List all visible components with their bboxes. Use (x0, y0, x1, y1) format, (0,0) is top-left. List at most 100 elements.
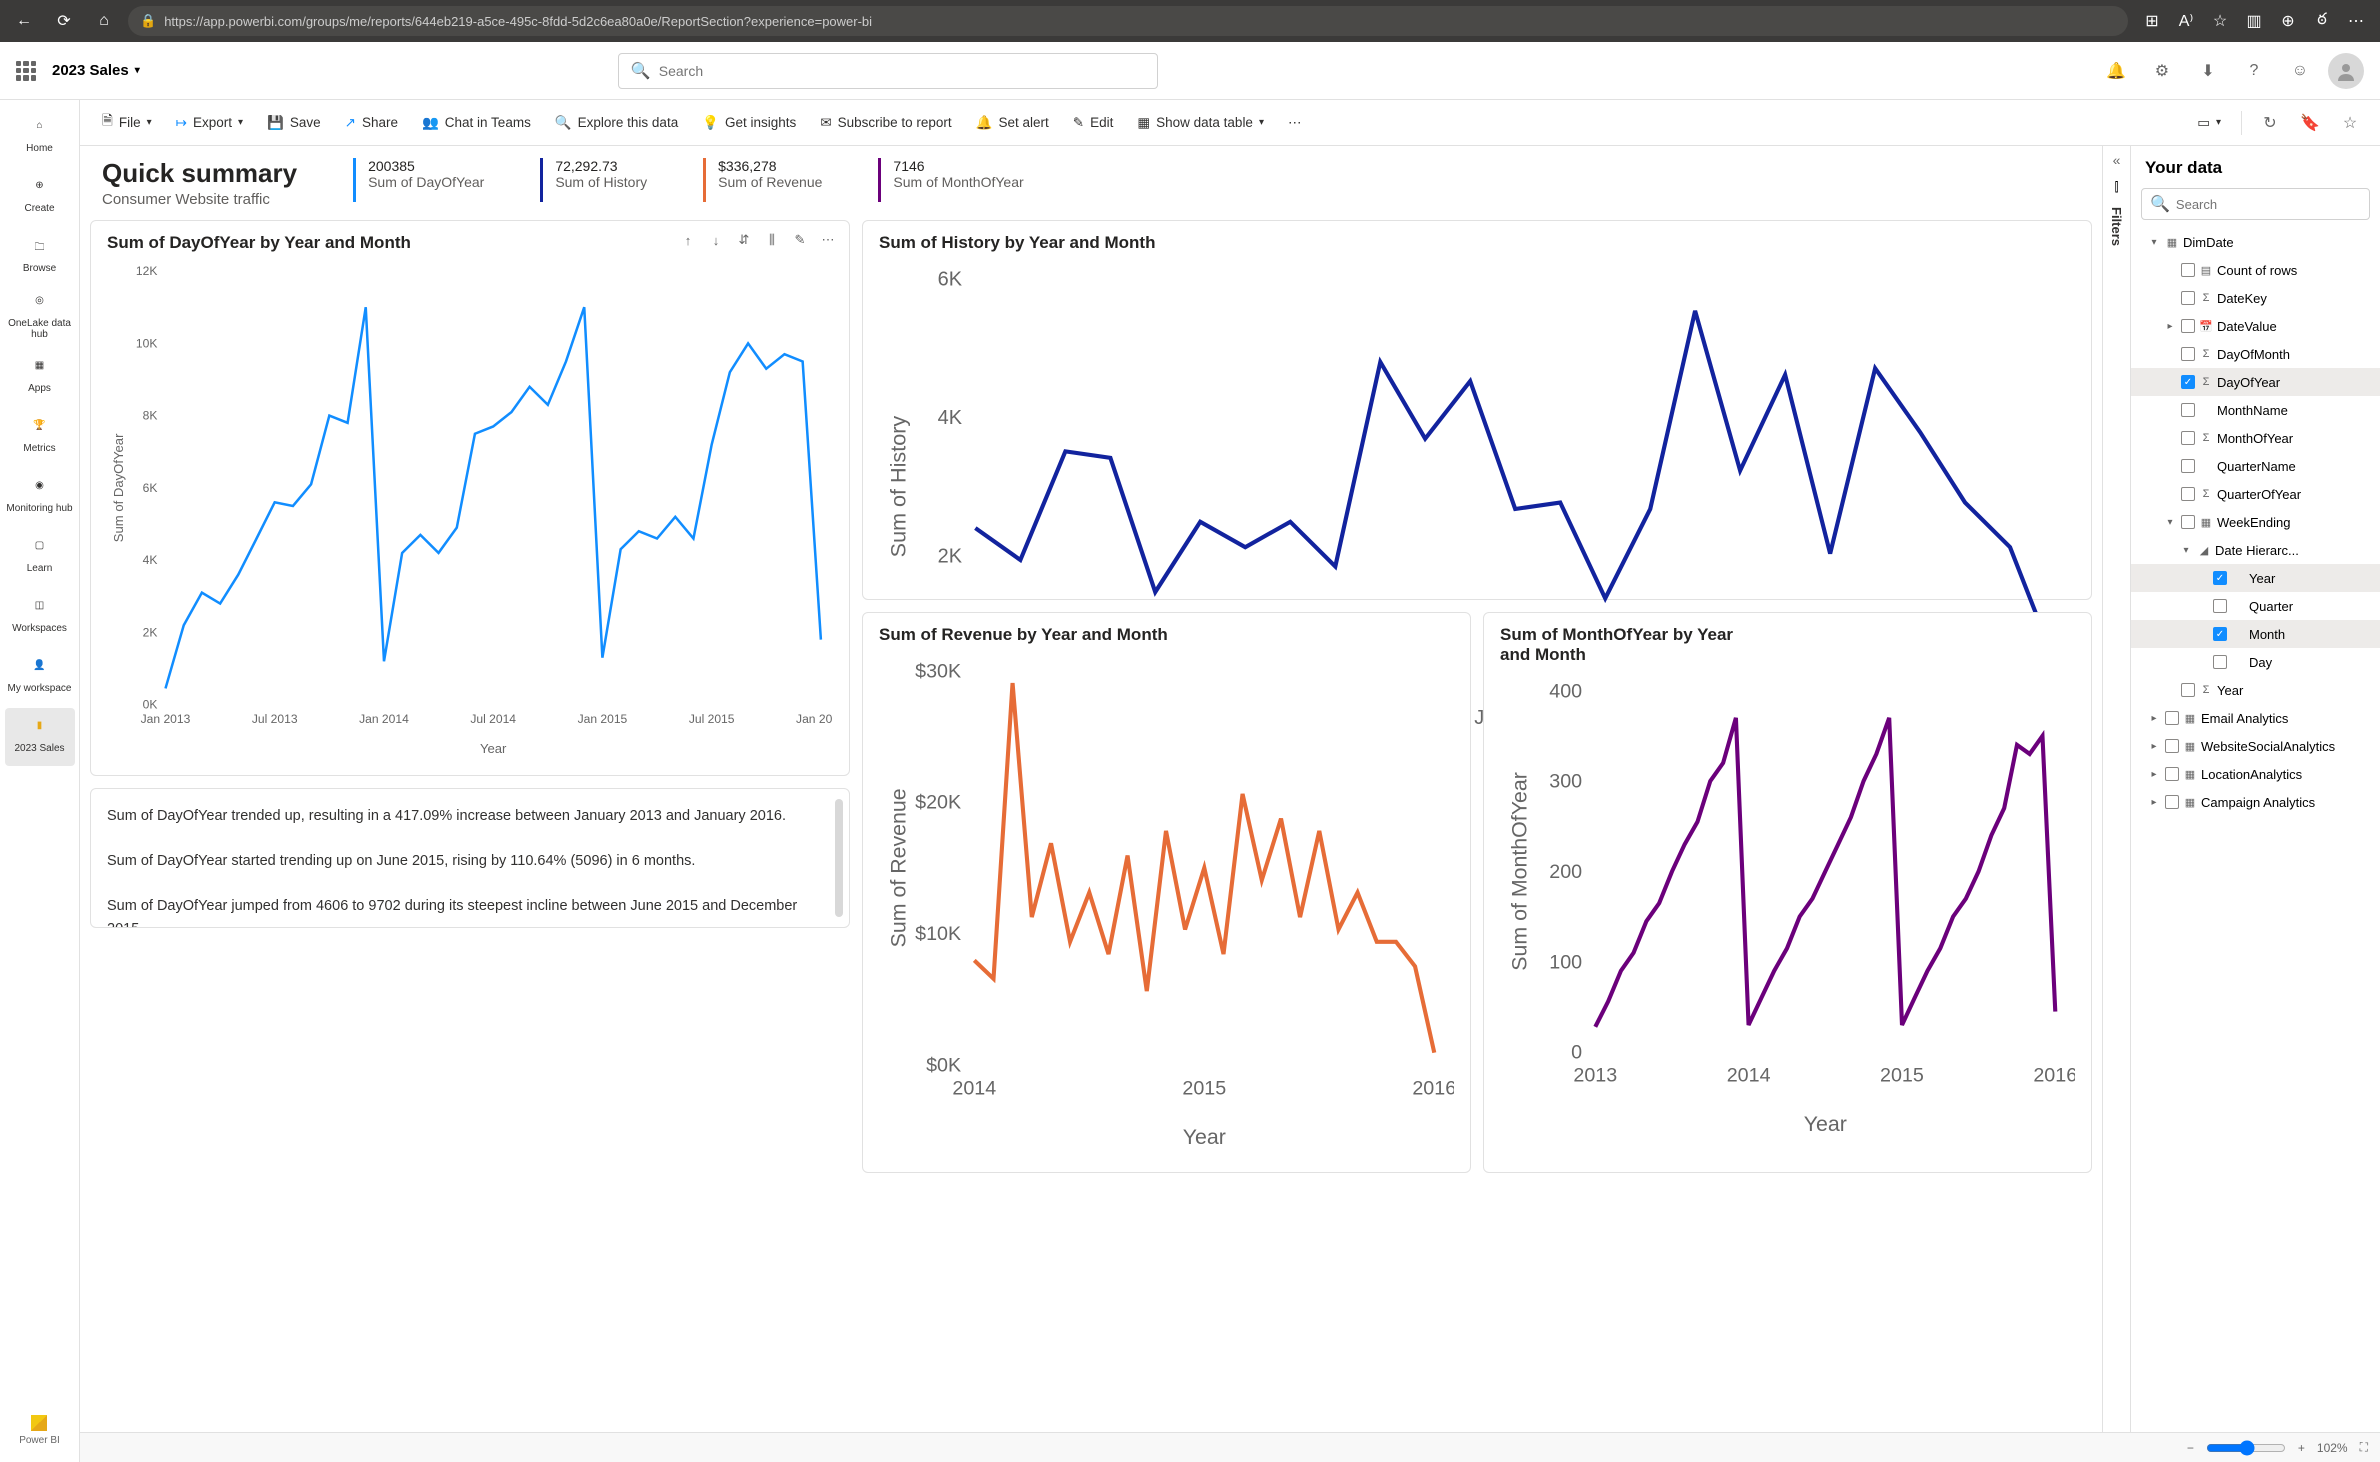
field-websitesocialanalytics[interactable]: ▸▦WebsiteSocialAnalytics (2131, 732, 2380, 760)
ribbon-insights[interactable]: 💡Get insights (692, 107, 806, 139)
notifications-icon[interactable]: 🔔 (2098, 53, 2134, 89)
expand-filters-icon[interactable]: « (2113, 152, 2121, 168)
filters-pane-collapsed[interactable]: « ⫿ Filters (2102, 146, 2130, 1432)
global-search[interactable]: 🔍 (618, 53, 1158, 89)
chart-monthofyear[interactable]: Sum of MonthOfYear by Year and Month 010… (1483, 612, 2092, 1173)
insights-narrative[interactable]: Sum of DayOfYear trended up, resulting i… (90, 788, 850, 928)
svg-text:2014: 2014 (952, 1078, 996, 1100)
export-icon: ↦ (176, 115, 187, 131)
nav-monitoring[interactable]: ◉Monitoring hub (5, 468, 75, 526)
more-icon[interactable]: ⋯ (2340, 5, 2372, 37)
download-icon[interactable]: ⬇ (2190, 53, 2226, 89)
app-icon[interactable]: ⊞ (2136, 5, 2168, 37)
pencil-icon: ✎ (1073, 115, 1084, 131)
zoom-in-button[interactable]: + (2298, 1441, 2305, 1455)
user-avatar[interactable] (2328, 53, 2364, 89)
kpi-dayofyear[interactable]: 200385Sum of DayOfYear (353, 158, 484, 202)
field-datekey[interactable]: ΣDateKey (2131, 284, 2380, 312)
fit-page-button[interactable]: ⛶ (2360, 1440, 2368, 1455)
nav-onelake[interactable]: ◎OneLake data hub (5, 288, 75, 346)
search-input[interactable] (659, 63, 1145, 79)
drill-up-icon[interactable]: ↑ (679, 231, 697, 249)
app-launcher-icon[interactable] (16, 61, 36, 81)
nav-browse[interactable]: 🗀Browse (5, 228, 75, 286)
report-name-dropdown[interactable]: 2023 Sales ▾ (52, 62, 140, 79)
field-quarterofyear[interactable]: ΣQuarterOfYear (2131, 480, 2380, 508)
line-chart-svg: 0K2K4K6K8K10K12KJan 2013Jul 2013Jan 2014… (107, 259, 833, 763)
field-campaign-analytics[interactable]: ▸▦Campaign Analytics (2131, 788, 2380, 816)
field-quartername[interactable]: QuarterName (2131, 452, 2380, 480)
ribbon-chat-teams[interactable]: 👥Chat in Teams (412, 107, 541, 139)
field-date-hierarc-[interactable]: ▾◢Date Hierarc... (2131, 536, 2380, 564)
kpi-history[interactable]: 72,292.73Sum of History (540, 158, 647, 202)
data-search-input[interactable] (2176, 197, 2361, 212)
field-quarter[interactable]: Quarter (2131, 592, 2380, 620)
field-count-of-rows[interactable]: ▤Count of rows (2131, 256, 2380, 284)
copilot-icon[interactable]: ఠ (2306, 5, 2338, 37)
svg-text:Year: Year (1183, 1125, 1226, 1149)
field-year[interactable]: ΣYear (2131, 676, 2380, 704)
url-bar[interactable]: 🔒 https://app.powerbi.com/groups/me/repo… (128, 6, 2128, 36)
ribbon-edit[interactable]: ✎Edit (1063, 107, 1124, 139)
ribbon-share[interactable]: ↗Share (335, 107, 408, 139)
ribbon-subscribe[interactable]: ✉Subscribe to report (810, 107, 961, 139)
settings-icon[interactable]: ⚙ (2144, 53, 2180, 89)
ribbon-view-mode[interactable]: ▭ ▾ (2187, 107, 2231, 139)
chart-revenue[interactable]: Sum of Revenue by Year and Month $0K$10K… (862, 612, 1471, 1173)
ribbon-data-table[interactable]: ▦Show data table▾ (1127, 107, 1274, 139)
svg-text:$10K: $10K (915, 923, 961, 945)
ribbon-star[interactable]: ☆ (2332, 105, 2368, 141)
pin-icon[interactable]: ✎ (791, 231, 809, 249)
drill-down-icon[interactable]: ↓ (707, 231, 725, 249)
field-month[interactable]: ✓Month (2131, 620, 2380, 648)
ribbon-overflow[interactable]: ⋯ (1278, 107, 1312, 139)
field-dayofmonth[interactable]: ΣDayOfMonth (2131, 340, 2380, 368)
nav-apps[interactable]: ▦Apps (5, 348, 75, 406)
favorite-icon[interactable]: ☆ (2204, 5, 2236, 37)
field-dayofyear[interactable]: ✓ΣDayOfYear (2131, 368, 2380, 396)
svg-text:400: 400 (1549, 680, 1582, 702)
nav-workspaces[interactable]: ◫Workspaces (5, 588, 75, 646)
extensions-icon[interactable]: ⊕ (2272, 5, 2304, 37)
nav-metrics[interactable]: 🏆Metrics (5, 408, 75, 466)
nav-current-report[interactable]: ▮2023 Sales (5, 708, 75, 766)
nav-my-workspace[interactable]: 👤My workspace (5, 648, 75, 706)
data-search[interactable]: 🔍 (2141, 188, 2370, 220)
nav-create[interactable]: ⊕Create (5, 168, 75, 226)
expand-all-icon[interactable]: ⫼ (763, 231, 781, 249)
ribbon-reset[interactable]: ↻ (2252, 105, 2288, 141)
back-button[interactable]: ← (8, 5, 40, 37)
read-aloud-icon[interactable]: A⁾ (2170, 5, 2202, 37)
chart-dayofyear[interactable]: Sum of DayOfYear by Year and Month ↑ ↓ ⇵… (90, 220, 850, 776)
zoom-slider[interactable] (2206, 1440, 2286, 1456)
field-year[interactable]: ✓Year (2131, 564, 2380, 592)
field-day[interactable]: Day (2131, 648, 2380, 676)
chart-history[interactable]: Sum of History by Year and Month 0K2K4K6… (862, 220, 2092, 600)
ribbon-alert[interactable]: 🔔Set alert (966, 107, 1059, 139)
refresh-button[interactable]: ⟳ (48, 5, 80, 37)
bell-icon: 🔔 (976, 115, 993, 131)
help-icon[interactable]: ? (2236, 53, 2272, 89)
ribbon-bookmark[interactable]: 🔖 (2292, 105, 2328, 141)
expand-icon[interactable]: ⇵ (735, 231, 753, 249)
field-datevalue[interactable]: ▸📅DateValue (2131, 312, 2380, 340)
nav-learn[interactable]: ▢Learn (5, 528, 75, 586)
kpi-monthofyear[interactable]: 7146Sum of MonthOfYear (878, 158, 1023, 202)
field-email-analytics[interactable]: ▸▦Email Analytics (2131, 704, 2380, 732)
feedback-icon[interactable]: ☺ (2282, 53, 2318, 89)
collections-icon[interactable]: ▥ (2238, 5, 2270, 37)
field-monthofyear[interactable]: ΣMonthOfYear (2131, 424, 2380, 452)
ribbon-file[interactable]: 🗎File▾ (92, 107, 162, 139)
zoom-out-button[interactable]: − (2187, 1441, 2194, 1455)
more-options-icon[interactable]: ⋯ (819, 231, 837, 249)
kpi-revenue[interactable]: $336,278Sum of Revenue (703, 158, 822, 202)
ribbon-explore[interactable]: 🔍Explore this data (545, 107, 688, 139)
field-dimdate[interactable]: ▾▦DimDate (2131, 228, 2380, 256)
field-weekending[interactable]: ▾▦WeekEnding (2131, 508, 2380, 536)
field-locationanalytics[interactable]: ▸▦LocationAnalytics (2131, 760, 2380, 788)
ribbon-save[interactable]: 💾Save (257, 107, 331, 139)
field-monthname[interactable]: MonthName (2131, 396, 2380, 424)
nav-home[interactable]: ⌂Home (5, 108, 75, 166)
home-button[interactable]: ⌂ (88, 5, 120, 37)
ribbon-export[interactable]: ↦Export▾ (166, 107, 253, 139)
